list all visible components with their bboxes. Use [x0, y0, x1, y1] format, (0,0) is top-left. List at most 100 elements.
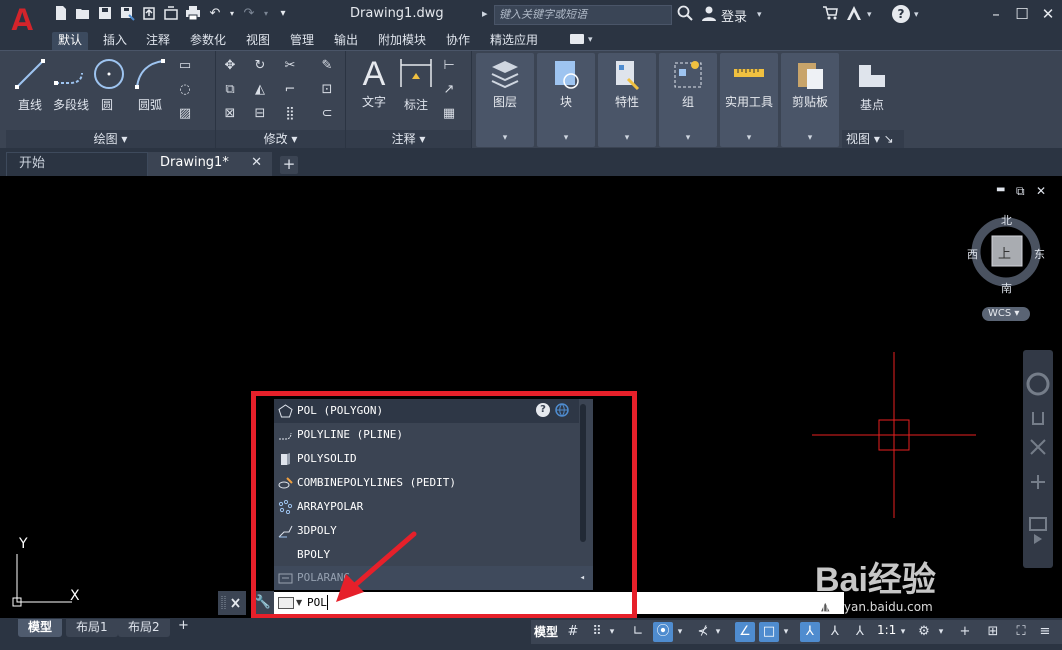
- viewport-restore-icon[interactable]: ⧉: [1016, 184, 1025, 199]
- undo-icon[interactable]: ↶: [206, 5, 224, 23]
- annotation-panel-title[interactable]: 注释 ▾: [346, 130, 471, 148]
- grid-icon[interactable]: #: [563, 622, 583, 642]
- model-space-toggle[interactable]: 模型: [534, 623, 558, 640]
- auto-scale-icon[interactable]: ⅄: [825, 622, 845, 642]
- tab-start[interactable]: 开始: [6, 152, 148, 176]
- customize-qat-icon[interactable]: ▾: [274, 5, 292, 23]
- rotate-icon[interactable]: ↻: [251, 57, 269, 75]
- viewcube-top-face[interactable]: 上: [998, 243, 1011, 262]
- text-tool[interactable]: A 文字: [356, 57, 392, 110]
- annotation-scale-value[interactable]: 1:1: [877, 623, 896, 637]
- zoom-extents-icon[interactable]: [1030, 439, 1046, 455]
- tab-manage[interactable]: 管理: [284, 32, 320, 50]
- stretch-icon[interactable]: ⊠: [221, 105, 239, 123]
- isodraft-dropdown-icon[interactable]: ▾: [713, 622, 723, 642]
- tab-parametric[interactable]: 参数化: [184, 32, 232, 50]
- scale-icon[interactable]: ⊟: [251, 105, 269, 123]
- showmotion-icon[interactable]: [1029, 517, 1047, 531]
- tab-annotate[interactable]: 注释: [140, 32, 176, 50]
- share-icon[interactable]: [162, 5, 180, 23]
- circle-tool[interactable]: 圆: [92, 57, 124, 113]
- help-search-input[interactable]: 键入关键字或短语: [494, 5, 672, 25]
- workspace-gear-icon[interactable]: ⚙: [914, 622, 934, 642]
- snap-dropdown-icon[interactable]: ▾: [607, 622, 617, 642]
- wcs-menu[interactable]: WCS ▾: [982, 307, 1030, 321]
- viewport-close-icon[interactable]: ✕: [1036, 184, 1046, 198]
- tab-collaborate[interactable]: 协作: [440, 32, 476, 50]
- polar-tracking-icon[interactable]: ⦿: [653, 622, 673, 642]
- redo-icon[interactable]: ↷: [240, 5, 258, 23]
- linear-dimension-icon[interactable]: ⊢: [440, 57, 458, 75]
- groups-panel[interactable]: 组 ▾: [659, 53, 717, 147]
- maximize-icon[interactable]: ☐: [1012, 4, 1032, 24]
- help-dropdown-icon[interactable]: ▾: [914, 10, 919, 20]
- viewcube[interactable]: 北 南 西 东 上: [967, 212, 1045, 298]
- ribbon-options-dropdown-icon[interactable]: ▾: [588, 35, 593, 45]
- array-icon[interactable]: ⣿: [281, 105, 299, 123]
- tab-close-icon[interactable]: ✕: [251, 152, 262, 174]
- tab-featured-apps[interactable]: 精选应用: [484, 32, 544, 50]
- utilities-dropdown-icon[interactable]: ▾: [720, 133, 778, 143]
- utilities-panel[interactable]: 实用工具 ▾: [720, 53, 778, 147]
- view-panel-title[interactable]: 视图 ▾ ↘: [842, 130, 904, 148]
- orbit-icon[interactable]: [1031, 475, 1045, 489]
- layout-tab-layout2[interactable]: 布局2: [118, 619, 170, 637]
- steering-wheel-icon[interactable]: [1026, 372, 1050, 396]
- viewcube-east[interactable]: 东: [1034, 246, 1045, 262]
- hatch-icon[interactable]: ▨: [176, 105, 194, 123]
- polar-dropdown-icon[interactable]: ▾: [675, 622, 685, 642]
- minimize-icon[interactable]: –: [986, 4, 1006, 24]
- tab-addins[interactable]: 附加模块: [372, 32, 432, 50]
- scale-dropdown-icon[interactable]: ▾: [898, 622, 908, 642]
- login-link[interactable]: 登录: [721, 6, 747, 25]
- copy-icon[interactable]: ⧉: [221, 81, 239, 99]
- viewcube-north[interactable]: 北: [1001, 212, 1012, 228]
- dimension-tool[interactable]: 标注: [398, 57, 434, 113]
- a360-icon[interactable]: [845, 5, 863, 21]
- undo-dropdown-icon[interactable]: ▾: [228, 5, 236, 23]
- ortho-icon[interactable]: ∟: [628, 622, 648, 642]
- viewcube-south[interactable]: 南: [1001, 280, 1012, 296]
- clipboard-dropdown-icon[interactable]: ▾: [781, 133, 839, 143]
- fillet-icon[interactable]: ⌐: [281, 81, 299, 99]
- layers-panel[interactable]: 图层 ▾: [476, 53, 534, 147]
- layout-tab-model[interactable]: 模型: [18, 619, 63, 637]
- cart-icon[interactable]: [822, 5, 838, 21]
- close-icon[interactable]: ✕: [1038, 4, 1058, 24]
- a360-dropdown-icon[interactable]: ▾: [867, 10, 872, 20]
- move-icon[interactable]: ✥: [221, 57, 239, 75]
- object-snap-icon[interactable]: □: [759, 622, 779, 642]
- pan-icon[interactable]: [1032, 412, 1044, 425]
- new-tab-button[interactable]: +: [280, 156, 298, 174]
- tab-view[interactable]: 视图: [240, 32, 276, 50]
- tab-drawing1[interactable]: Drawing1* ✕: [148, 152, 272, 176]
- layout-tab-layout1[interactable]: 布局1: [66, 619, 118, 637]
- login-dropdown-icon[interactable]: ▾: [757, 10, 762, 20]
- command-line-grip[interactable]: [218, 591, 246, 615]
- annotation-monitor-icon[interactable]: +: [955, 622, 975, 642]
- properties-dropdown-icon[interactable]: ▾: [598, 133, 656, 143]
- new-file-icon[interactable]: [52, 5, 70, 23]
- isodraft-icon[interactable]: ⊀: [693, 622, 713, 642]
- draw-panel-title[interactable]: 绘图 ▾: [6, 130, 215, 148]
- arc-tool[interactable]: 圆弧: [130, 57, 170, 113]
- save-icon[interactable]: [96, 5, 114, 23]
- polyline-tool[interactable]: 多段线: [46, 57, 96, 113]
- units-icon[interactable]: ⊞: [983, 622, 1003, 642]
- annotation-visibility-icon[interactable]: ⅄: [800, 622, 820, 642]
- line-tool[interactable]: 直线: [10, 57, 50, 113]
- snap-icon[interactable]: ⠿: [587, 622, 607, 642]
- layers-dropdown-icon[interactable]: ▾: [476, 133, 534, 143]
- workspace-dropdown-icon[interactable]: ▾: [936, 622, 946, 642]
- trim-icon[interactable]: ✂: [281, 57, 299, 75]
- clipboard-panel[interactable]: 剪贴板 ▾: [781, 53, 839, 147]
- base-point-tool[interactable]: 基点: [850, 57, 894, 113]
- customize-status-icon[interactable]: ≡: [1035, 622, 1055, 642]
- command-input-ext[interactable]: [630, 592, 844, 614]
- annotation-scale-icon[interactable]: ⅄: [850, 622, 870, 642]
- save-as-icon[interactable]: [118, 5, 136, 23]
- explode-icon[interactable]: ⊡: [318, 81, 336, 99]
- table-icon[interactable]: ▦: [440, 105, 458, 123]
- search-expand-icon[interactable]: ▸: [482, 7, 488, 20]
- block-panel[interactable]: 块 ▾: [537, 53, 595, 147]
